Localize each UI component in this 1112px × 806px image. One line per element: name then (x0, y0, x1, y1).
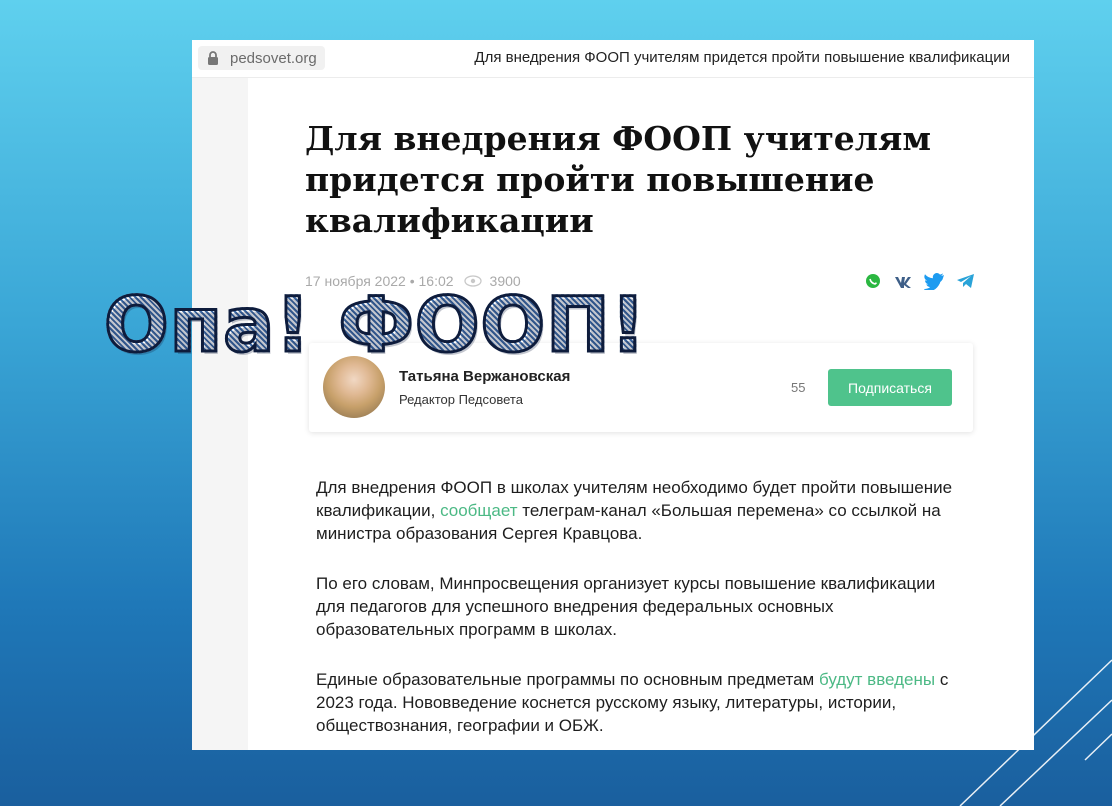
author-role: Редактор Педсовета (399, 392, 523, 407)
address-bar: pedsovet.org Для внедрения ФООП учителям… (192, 40, 1034, 78)
author-name[interactable]: Татьяна Вержановская (399, 368, 570, 385)
paragraph-text: Единые образовательные программы по осно… (316, 670, 819, 689)
lock-icon (208, 51, 218, 65)
title-line: квалификации (305, 201, 594, 240)
paragraph: Для внедрения ФООП в школах учителям нео… (316, 476, 966, 545)
source-link[interactable]: сообщает (440, 501, 517, 520)
tab-title: Для внедрения ФООП учителям придется про… (474, 49, 1010, 66)
telegram-icon[interactable] (955, 272, 977, 290)
url-text: pedsovet.org (230, 49, 317, 67)
share-buttons (862, 272, 977, 291)
title-line: Для внедрения ФООП учителям (305, 119, 932, 158)
paragraph: Единые образовательные программы по осно… (316, 668, 966, 737)
overlay-caption: Опа! ФООП! (102, 279, 647, 371)
followers-count: 55 (791, 380, 806, 395)
introduced-link[interactable]: будут введены (819, 670, 935, 689)
twitter-icon[interactable] (923, 272, 946, 291)
article-title: Для внедрения ФООП учителям придется про… (305, 118, 945, 241)
url-field[interactable]: pedsovet.org (198, 46, 325, 70)
subscribe-button[interactable]: Подписаться (828, 369, 952, 406)
whatsapp-icon[interactable] (862, 272, 884, 290)
vk-icon[interactable] (893, 272, 915, 290)
browser-screenshot: pedsovet.org Для внедрения ФООП учителям… (192, 40, 1034, 750)
title-line: придется пройти повышение (305, 160, 875, 199)
left-gutter (192, 78, 248, 750)
paragraph: По его словам, Минпросвещения организует… (316, 574, 936, 639)
